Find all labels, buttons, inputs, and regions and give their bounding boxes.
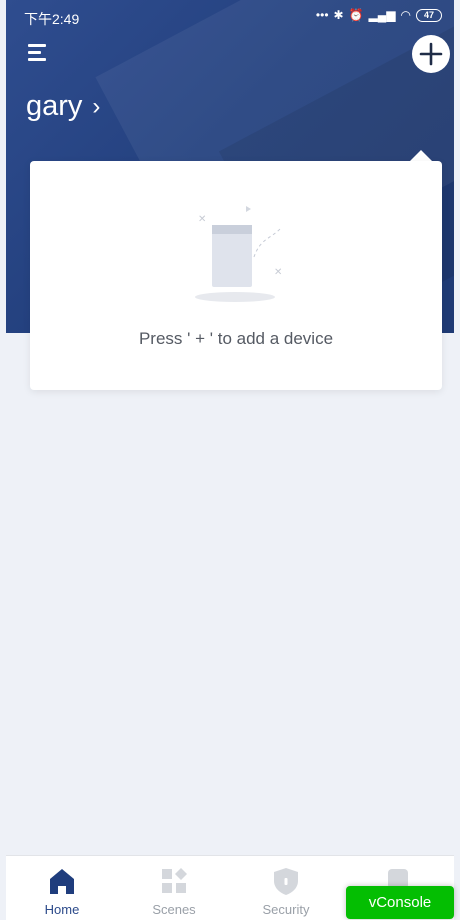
tab-label: Home: [44, 902, 80, 917]
status-bar: 下午2:49 ••• ✱ ⏰ ▂▄▆ ◠ 47: [6, 0, 454, 34]
signal-icon: ▂▄▆: [368, 8, 396, 22]
tab-scenes[interactable]: Scenes: [118, 856, 230, 920]
scenes-icon: [162, 868, 187, 893]
add-device-button[interactable]: [412, 35, 450, 73]
svg-text:✕: ✕: [274, 267, 282, 278]
svg-text:✕: ✕: [198, 214, 206, 225]
alarm-icon: ⏰: [348, 8, 364, 22]
tab-home[interactable]: Home: [6, 856, 118, 920]
menu-icon[interactable]: [28, 42, 50, 62]
tab-label: Security: [262, 902, 310, 917]
empty-device-card: ✕ ✕ Press ' + ' to add a device: [30, 161, 442, 390]
status-time: 下午2:49: [24, 11, 80, 27]
vconsole-button[interactable]: vConsole: [346, 886, 454, 919]
home-icon: [50, 869, 74, 894]
plus-icon: [419, 42, 443, 66]
empty-state-message: Press ' + ' to add a device: [138, 329, 334, 348]
shield-icon: [274, 868, 298, 895]
tab-label: Scenes: [152, 902, 196, 917]
battery-icon: 47: [416, 8, 442, 22]
empty-device-illustration: ✕ ✕: [195, 206, 282, 302]
home-selector[interactable]: gary ›: [26, 90, 100, 123]
status-icons: ••• ✱ ⏰ ▂▄▆ ◠ 47: [316, 8, 442, 22]
battery-level: 47: [423, 10, 434, 20]
chevron-right-icon: ›: [92, 92, 101, 120]
tab-security[interactable]: Security: [230, 856, 342, 920]
home-name: gary: [26, 90, 83, 122]
card-pointer: [410, 150, 432, 161]
bluetooth-icon: ✱: [333, 8, 344, 22]
more-dots-icon: •••: [315, 8, 329, 22]
wifi-icon: ◠: [400, 8, 411, 22]
